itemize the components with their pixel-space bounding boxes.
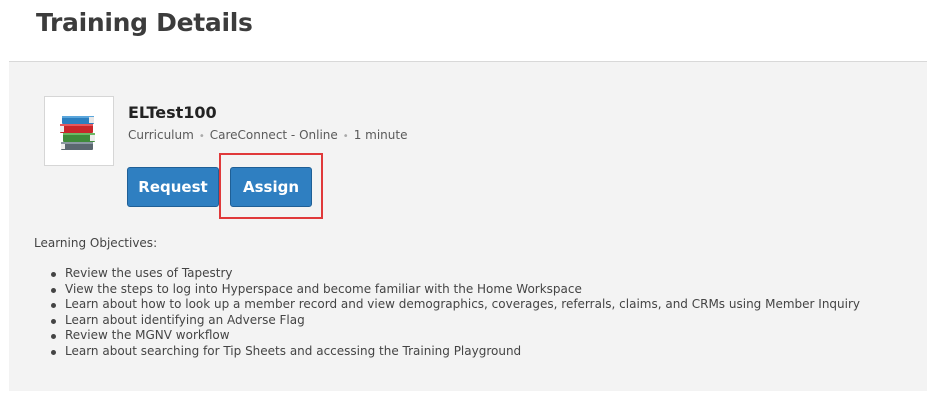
list-item: Learn about how to look up a member reco… — [48, 297, 860, 313]
course-title: ELTest100 — [128, 103, 217, 122]
separator-dot: • — [342, 131, 349, 142]
course-type: Curriculum — [128, 128, 194, 142]
course-meta: Curriculum • CareConnect - Online • 1 minute — [128, 128, 407, 142]
course-thumbnail — [44, 96, 114, 166]
list-item: Learn about identifying an Adverse Flag — [48, 313, 860, 329]
course-category: CareConnect - Online — [209, 128, 338, 142]
course-duration: 1 minute — [353, 128, 408, 142]
books-stack-icon — [60, 116, 95, 150]
list-item: Learn about searching for Tip Sheets and… — [48, 344, 860, 360]
separator-dot: • — [198, 131, 205, 142]
page-title: Training Details — [36, 8, 253, 37]
list-item: Review the MGNV workflow — [48, 328, 860, 344]
learning-objectives-heading: Learning Objectives: — [34, 236, 158, 250]
list-item: View the steps to log into Hyperspace an… — [48, 282, 860, 298]
request-button[interactable]: Request — [127, 167, 219, 207]
assign-highlight-box — [219, 153, 323, 219]
learning-objectives-list: Review the uses of Tapestry View the ste… — [48, 266, 860, 359]
list-item: Review the uses of Tapestry — [48, 266, 860, 282]
